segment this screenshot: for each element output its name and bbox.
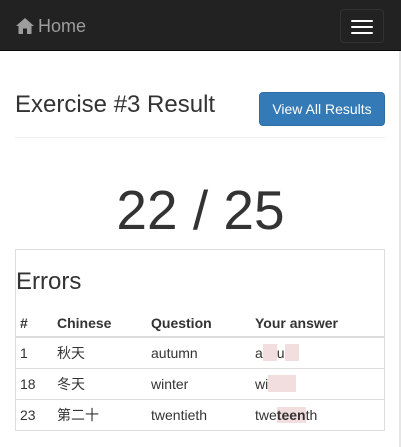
column-header-chinese: Chinese [52, 310, 146, 338]
cell-chinese: 秋天 [57, 344, 85, 361]
cell-your-answer: wi [250, 367, 385, 399]
column-header-answer: Your answer [250, 310, 385, 338]
cell-chinese: 第二十 [52, 398, 146, 430]
home-icon [16, 18, 34, 34]
table-row: 1 秋天 autumn a u [15, 337, 385, 368]
cell-number: 1 [20, 344, 28, 361]
answer-text: twe [255, 406, 277, 423]
table-row: 23 第二十 twentieth tweteenth [15, 398, 385, 430]
missing-letter-highlight [268, 375, 283, 392]
errors-panel: Errors # Chinese Question Your answer 1 秋… [15, 249, 385, 431]
errors-title: Errors [16, 268, 82, 295]
table-header-row: # Chinese Question Your answer [15, 310, 385, 338]
missing-letter-highlight [282, 375, 297, 392]
cell-your-answer: au [250, 337, 385, 368]
hamburger-menu-button[interactable] [340, 9, 384, 43]
cell-chinese: 冬天 [52, 367, 146, 399]
page-title: Exercise #3 Result [15, 91, 216, 118]
cell-number: 18 [15, 367, 52, 399]
cell-question: twentieth [146, 398, 250, 430]
column-header-number: # [15, 310, 52, 338]
answer-text: wi [255, 375, 269, 392]
answer-text: u [276, 345, 285, 362]
navbar: Home [0, 0, 401, 51]
column-header-question: Question [146, 310, 250, 338]
score-display: 22 / 25 [116, 179, 285, 241]
wrong-letters-highlight: teen [276, 406, 306, 423]
table-row: 18 冬天 winter wi [15, 367, 385, 399]
cell-your-answer: tweteenth [250, 398, 385, 430]
missing-letter-highlight [262, 344, 277, 362]
home-link[interactable]: Home [15, 14, 86, 38]
errors-table-body: 1 秋天 autumn a u 18 冬天 winter wi 23 第二十 twentieth twe… [15, 337, 385, 430]
errors-table: # Chinese Question Your answer 1 秋天 autumn… [15, 310, 385, 430]
header-divider [15, 137, 385, 138]
answer-text: th [305, 406, 318, 423]
answer-text: a [255, 345, 263, 362]
view-all-results-button[interactable]: View All Results [259, 92, 385, 126]
missing-letter-highlight [284, 344, 299, 362]
cell-question: winter [146, 367, 250, 399]
home-label: Home [38, 16, 87, 36]
cell-number: 23 [15, 398, 52, 430]
cell-question: autumn [151, 344, 198, 361]
